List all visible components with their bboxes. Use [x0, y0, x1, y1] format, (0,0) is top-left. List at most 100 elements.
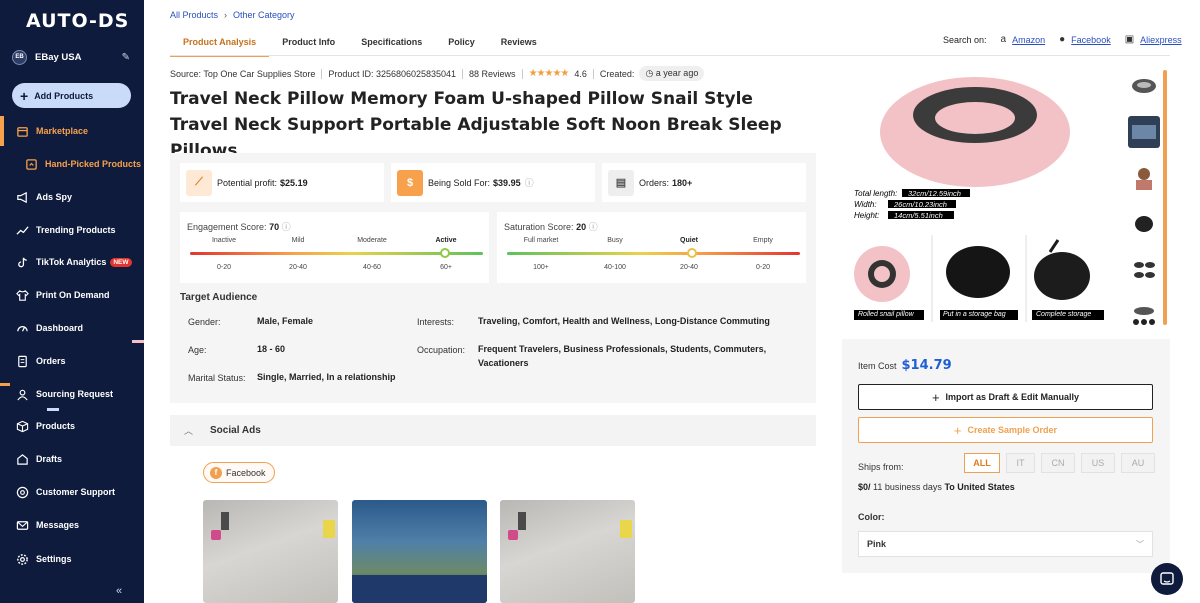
item-cost-label: Item Cost [858, 360, 897, 371]
ad-video-thumbnail[interactable] [203, 500, 338, 603]
thumbnail[interactable] [1128, 162, 1160, 194]
country-cn[interactable]: CN [1041, 453, 1075, 473]
breadcrumb-category[interactable]: Other Category [233, 10, 295, 20]
sidebar: AUTO-DS EB EBay USA ✎ + Add Products Mar… [0, 0, 144, 603]
collapse-sidebar-icon[interactable]: « [116, 585, 122, 597]
shipping-info: $0/ 11 business days To United States [858, 482, 1015, 492]
thumbnail[interactable] [1128, 208, 1160, 240]
social-ads-title: Social Ads [210, 425, 261, 436]
tab-reviews[interactable]: Reviews [488, 27, 550, 56]
chat-button[interactable] [1151, 563, 1183, 595]
scroll-marker [47, 408, 59, 411]
store-name: EBay USA [35, 51, 82, 63]
search-facebook-link[interactable]: Facebook [1071, 35, 1111, 45]
facebook-filter-label: Facebook [226, 467, 266, 478]
product-main-image[interactable]: Total length: Width: Height: 32cm/12.59i… [850, 60, 1110, 325]
pencil-icon[interactable]: ✎ [122, 52, 130, 63]
social-ads-header[interactable]: ︿ Social Ads [170, 415, 816, 446]
scroll-marker [132, 340, 144, 343]
add-products-button[interactable]: + Add Products [12, 83, 131, 108]
product-meta: Source: Top One Car Supplies Store Produ… [170, 66, 705, 81]
chevron-up-icon[interactable]: ︿ [184, 424, 193, 437]
saturation-title: Saturation Score: 20 ⓘ [504, 220, 598, 233]
info-icon[interactable]: ⓘ [282, 222, 291, 232]
sidebar-item-tiktok[interactable]: TikTok Analytics NEW [0, 250, 144, 274]
thumbnail-scrollbar[interactable] [1163, 70, 1167, 325]
sidebar-item-label: Trending Products [36, 225, 116, 235]
thumbnail[interactable] [1128, 254, 1160, 286]
range-label: 0-20 [755, 264, 770, 271]
store-selector[interactable]: EB EBay USA ✎ [12, 49, 132, 65]
sidebar-item-orders[interactable]: Orders [0, 349, 144, 373]
sidebar-item-label: Settings [36, 554, 72, 564]
import-draft-button[interactable]: + Import as Draft & Edit Manually [858, 384, 1153, 410]
thumbnail[interactable] [1128, 300, 1160, 332]
sidebar-item-drafts[interactable]: Drafts [0, 447, 144, 471]
sidebar-item-sourcing[interactable]: Sourcing Request [0, 382, 144, 406]
sourcing-icon [15, 387, 29, 401]
sidebar-item-customer-support[interactable]: Customer Support [0, 480, 144, 504]
occupation-value: Frequent Travelers, Business Professiona… [478, 344, 767, 368]
facebook-icon: ● [1059, 34, 1066, 45]
sidebar-item-messages[interactable]: Messages [0, 513, 144, 537]
thumbnail[interactable] [1128, 70, 1160, 102]
shirt-icon [15, 288, 29, 302]
age-label: Age: [188, 345, 207, 355]
dim-label: Width: [854, 200, 877, 209]
create-sample-order-button[interactable]: + Create Sample Order [858, 417, 1153, 443]
breadcrumb-all-products[interactable]: All Products [170, 10, 218, 20]
sidebar-item-trending[interactable]: Trending Products [0, 218, 144, 242]
engagement-levels: Inactive Mild Moderate Active [187, 237, 483, 244]
sidebar-item-hand-picked[interactable]: Hand-Picked Products [0, 152, 144, 176]
autods-logo[interactable]: AUTO-DS [26, 10, 129, 32]
plus-icon: + [931, 389, 940, 405]
thumbnail[interactable] [1128, 116, 1160, 148]
ad-video-thumbnail[interactable] [352, 500, 487, 603]
amazon-icon: a [1000, 34, 1007, 45]
sidebar-item-products[interactable]: Products [0, 414, 144, 438]
info-icon[interactable]: ⓘ [525, 176, 534, 189]
sidebar-item-print-on-demand[interactable]: Print On Demand [0, 283, 144, 307]
ad-luggage [211, 530, 221, 540]
tab-specifications[interactable]: Specifications [348, 27, 435, 56]
saturation-label: Saturation Score: [504, 222, 574, 232]
shipping-price: $0/ [858, 482, 871, 492]
tab-policy[interactable]: Policy [435, 27, 488, 56]
chevron-down-icon: ﹀ [1136, 539, 1144, 549]
engagement-score-card: Engagement Score: 70 ⓘ Inactive Mild Mod… [180, 212, 489, 283]
country-us[interactable]: US [1081, 453, 1115, 473]
item-cost: Item Cost $14.79 [858, 358, 952, 373]
country-all[interactable]: ALL [964, 453, 1000, 473]
info-icon[interactable]: ⓘ [589, 222, 598, 232]
trend-icon [15, 223, 29, 237]
sidebar-item-ads-spy[interactable]: Ads Spy [0, 185, 144, 209]
sidebar-item-label: Marketplace [36, 126, 89, 136]
tab-product-info[interactable]: Product Info [269, 27, 348, 56]
add-products-label: Add Products [34, 90, 94, 101]
level-label-active: Active [435, 237, 457, 244]
source-store[interactable]: Source: Top One Car Supplies Store [170, 69, 315, 79]
search-amazon-link[interactable]: Amazon [1012, 35, 1045, 45]
sidebar-item-label: Ads Spy [36, 192, 73, 202]
range-label: 20-40 [289, 264, 307, 271]
sidebar-item-label: Orders [36, 356, 66, 366]
country-it[interactable]: IT [1006, 453, 1035, 473]
facebook-filter-chip[interactable]: f Facebook [203, 462, 275, 483]
search-aliexpress-link[interactable]: Aliexpress [1140, 35, 1182, 45]
ad-video-thumbnail[interactable] [500, 500, 635, 603]
sidebar-item-dashboard[interactable]: Dashboard [0, 316, 144, 340]
sidebar-item-settings[interactable]: Settings [0, 547, 144, 571]
sidebar-item-marketplace[interactable]: Marketplace [0, 119, 144, 143]
chevron-right-icon: › [224, 10, 228, 20]
new-badge: NEW [110, 257, 132, 267]
country-au[interactable]: AU [1121, 453, 1155, 473]
sidebar-item-label: Messages [36, 520, 80, 530]
ad-seats [352, 575, 487, 603]
sidebar-item-label: Print On Demand [36, 290, 110, 300]
engagement-meter [190, 248, 483, 258]
range-label: 0-20 [216, 264, 231, 271]
image-caption: Put in a storage bag [943, 311, 1006, 318]
tab-product-analysis[interactable]: Product Analysis [170, 27, 270, 57]
engagement-ranges: 0-20 20-40 40-60 60+ [187, 264, 483, 271]
color-select[interactable]: Pink ﹀ [858, 531, 1153, 557]
